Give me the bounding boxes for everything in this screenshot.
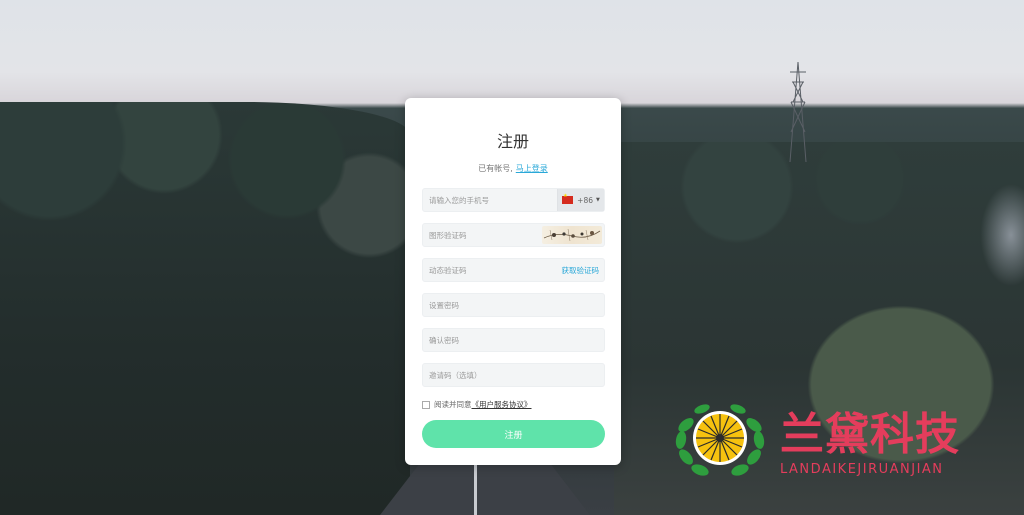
sms-code-input[interactable] [423,259,559,281]
agree-checkbox[interactable] [422,400,430,409]
phone-field: +86 ▼ [422,188,605,212]
invite-code-input[interactable] [423,364,604,386]
register-card: 注册 已有帐号,马上登录 +86 ▼ 获取验证码 [405,98,621,465]
china-flag-icon [562,193,574,204]
country-code-value: +86 [577,195,593,205]
password-field [422,293,605,317]
login-link[interactable]: 马上登录 [516,164,548,173]
brand-name: 兰黛科技 [780,409,960,460]
brand-subtitle: LANDAIKEJIRUANJIAN [780,462,944,477]
captcha-field [422,223,605,247]
page-title: 注册 [496,132,529,151]
smoke [975,175,1024,295]
forest-left [0,102,410,515]
login-prompt-text: 已有帐号, [478,164,513,173]
agreement-link[interactable]: 《用户服务协议》 [472,399,532,410]
register-button[interactable]: 注册 [422,420,605,448]
captcha-input[interactable] [423,224,559,246]
password-input[interactable] [423,294,604,316]
agreement-row: 阅读并同意 《用户服务协议》 [422,399,532,410]
power-tower [788,61,808,163]
sms-code-field: 获取验证码 [422,258,605,282]
get-code-button[interactable]: 获取验证码 [562,265,600,276]
captcha-image[interactable] [542,226,602,244]
brand-logo-icon [672,395,768,483]
confirm-password-field [422,328,605,352]
caret-down-icon: ▼ [595,197,600,203]
login-prompt: 已有帐号, 马上登录 [405,163,621,174]
country-code-select[interactable]: +86 ▼ [557,189,604,211]
phone-input[interactable] [423,189,559,211]
invite-code-field [422,363,605,387]
agree-text: 阅读并同意 [434,400,472,409]
confirm-password-input[interactable] [423,329,604,351]
road-line [474,465,477,515]
